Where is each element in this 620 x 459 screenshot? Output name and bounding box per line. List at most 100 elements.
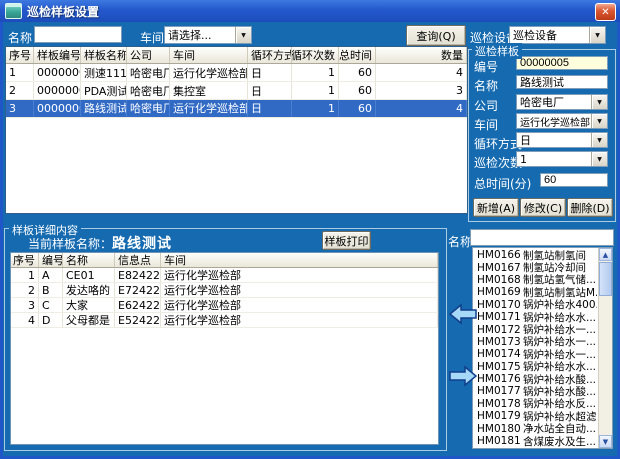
table-cell: 2 — [6, 82, 34, 99]
title-bar[interactable]: 巡检样板设置 ✕ — [0, 0, 620, 22]
chevron-down-icon[interactable]: ▼ — [591, 95, 607, 109]
list-item[interactable]: HM0166制氢站制氢间 — [474, 249, 597, 261]
workshop-combo-value: 请选择... — [165, 27, 212, 43]
table-cell: 运行化学巡检部 — [161, 283, 438, 297]
header-cell: 总时间 — [339, 47, 376, 63]
list-item[interactable]: HM0167制氢站冷却间 — [474, 261, 597, 273]
list-item[interactable]: HM0179锅炉补给水超滤 — [474, 410, 597, 422]
left-arrow-icon — [448, 302, 478, 326]
total-time-input[interactable] — [540, 173, 608, 187]
scroll-up-icon[interactable]: ▲ — [599, 248, 612, 261]
window-title: 巡检样板设置 — [27, 3, 99, 20]
query-button[interactable]: 查询(Q) — [406, 25, 466, 46]
point-code: HM0177 — [477, 385, 523, 397]
table-row[interactable]: 200000004PDA测试哈密电厂集控室日1603 — [6, 82, 467, 100]
table-cell: E5242208 — [115, 313, 161, 327]
form-name-input[interactable] — [516, 75, 608, 89]
search-name-input[interactable] — [34, 26, 122, 43]
list-item[interactable]: HM0171锅炉补给水水... — [474, 311, 597, 323]
point-code: HM0168 — [477, 274, 523, 286]
modify-button[interactable]: 修改(C) — [520, 198, 566, 217]
header-cell: 公司 — [127, 47, 170, 63]
scrollbar-thumb[interactable] — [599, 262, 612, 296]
table-row[interactable]: 4D父母都是E5242208运行化学巡检部 — [11, 313, 438, 328]
table-row[interactable]: 100000003测速111哈密电厂运行化学巡检部日1604 — [6, 64, 467, 82]
cycle-count-combo[interactable]: 1 ▼ — [516, 151, 608, 167]
table-cell: 00000005 — [34, 100, 81, 117]
header-cell: 名称 — [63, 253, 115, 267]
chevron-down-icon[interactable]: ▼ — [591, 114, 607, 128]
table-row[interactable]: 2B发达咯的E7242208运行化学巡检部 — [11, 283, 438, 298]
number-input[interactable] — [516, 56, 608, 70]
table-row[interactable]: 300000005路线测试哈密电厂运行化学巡检部日1604 — [6, 100, 467, 118]
table-cell: E8242208 — [115, 268, 161, 282]
table-cell: C — [39, 298, 63, 312]
print-button[interactable]: 样板打印 — [322, 231, 371, 250]
chevron-down-icon[interactable]: ▼ — [235, 27, 251, 43]
point-code: HM0166 — [477, 249, 523, 261]
workshop-combo[interactable]: 请选择... ▼ — [164, 26, 252, 44]
move-right-button[interactable] — [448, 364, 478, 388]
header-cell: 序号 — [11, 253, 39, 267]
chevron-down-icon[interactable]: ▼ — [591, 133, 607, 147]
chevron-down-icon[interactable]: ▼ — [589, 27, 605, 43]
chevron-down-icon[interactable]: ▼ — [591, 152, 607, 166]
list-item[interactable]: HM0170锅炉补给水400... — [474, 299, 597, 311]
list-item[interactable]: HM0168制氢站氢气储... — [474, 274, 597, 286]
point-name: 制氢站制氢间 — [523, 249, 597, 261]
list-item[interactable]: HM0169制氢站制氢站M... — [474, 286, 597, 298]
close-button[interactable]: ✕ — [595, 3, 616, 21]
point-code: HM0175 — [477, 361, 523, 373]
device-combo[interactable]: 巡检设备 ▼ — [509, 26, 606, 44]
list-item[interactable]: HM0177锅炉补给水酸... — [474, 385, 597, 397]
move-left-button[interactable] — [448, 302, 478, 326]
cycle-mode-combo[interactable]: 日 ▼ — [516, 132, 608, 148]
name-label: 名称 — [8, 29, 32, 46]
header-cell: 循环方式 — [248, 47, 292, 63]
header-cell: 车间 — [170, 47, 248, 63]
table-cell: 1 — [11, 268, 39, 282]
table-cell: 日 — [248, 82, 292, 99]
point-name: 制氢站氢气储... — [523, 274, 597, 286]
form-workshop-combo[interactable]: 运行化学巡检部 ▼ — [516, 113, 608, 129]
table-cell: 60 — [339, 64, 376, 81]
points-scrollbar[interactable]: ▲ ▼ — [598, 248, 612, 448]
point-name: 含煤废水及生... — [523, 435, 597, 447]
template-table-header: 序号样板编号样板名称公司车间循环方式循环次数总时间数量 — [6, 47, 467, 64]
table-row[interactable]: 1ACE01E8242208运行化学巡检部 — [11, 268, 438, 283]
table-cell: 测速111 — [81, 64, 127, 81]
list-item[interactable]: HM0178锅炉补给水反... — [474, 398, 597, 410]
table-row[interactable]: 3C大家E6242208运行化学巡检部 — [11, 298, 438, 313]
header-cell: 样板名称 — [81, 47, 127, 63]
list-item[interactable]: HM0172锅炉补给水一... — [474, 323, 597, 335]
list-item[interactable]: HM0176锅炉补给水酸... — [474, 373, 597, 385]
point-name: 锅炉补给水酸... — [523, 373, 597, 385]
list-item[interactable]: HM0175锅炉补给水水... — [474, 361, 597, 373]
point-code: HM0167 — [477, 262, 523, 274]
table-cell: 大家 — [63, 298, 115, 312]
add-button[interactable]: 新增(A) — [473, 198, 519, 217]
header-cell: 样板编号 — [34, 47, 81, 63]
table-cell: 3 — [376, 82, 467, 99]
table-cell: 日 — [248, 64, 292, 81]
header-cell: 数量 — [376, 47, 467, 63]
list-item[interactable]: HM0180净水站全自动... — [474, 422, 597, 434]
header-cell: 信息点 — [115, 253, 161, 267]
points-filter-input[interactable] — [470, 229, 614, 246]
number-label: 编号 — [474, 58, 498, 75]
table-cell: 00000003 — [34, 64, 81, 81]
scroll-down-icon[interactable]: ▼ — [599, 435, 612, 448]
company-combo[interactable]: 哈密电厂 ▼ — [516, 94, 608, 110]
point-name: 净水站全自动... — [523, 422, 597, 434]
delete-button[interactable]: 删除(D) — [567, 198, 613, 217]
list-item[interactable]: HM0174锅炉补给水一... — [474, 348, 597, 360]
cycle-mode-combo-value: 日 — [517, 132, 531, 148]
table-cell: D — [39, 313, 63, 327]
list-item[interactable]: HM0181含煤废水及生... — [474, 435, 597, 447]
table-cell: 1 — [292, 82, 339, 99]
list-item[interactable]: HM0173锅炉补给水一... — [474, 336, 597, 348]
points-list: HM0166制氢站制氢间HM0167制氢站冷却间HM0168制氢站氢气储...H… — [472, 247, 613, 449]
table-cell: 运行化学巡检部 — [161, 268, 438, 282]
detail-table: 序号编号名称信息点车间 1ACE01E8242208运行化学巡检部2B发达咯的E… — [10, 252, 439, 445]
total-time-label: 总时间(分) — [474, 175, 531, 192]
